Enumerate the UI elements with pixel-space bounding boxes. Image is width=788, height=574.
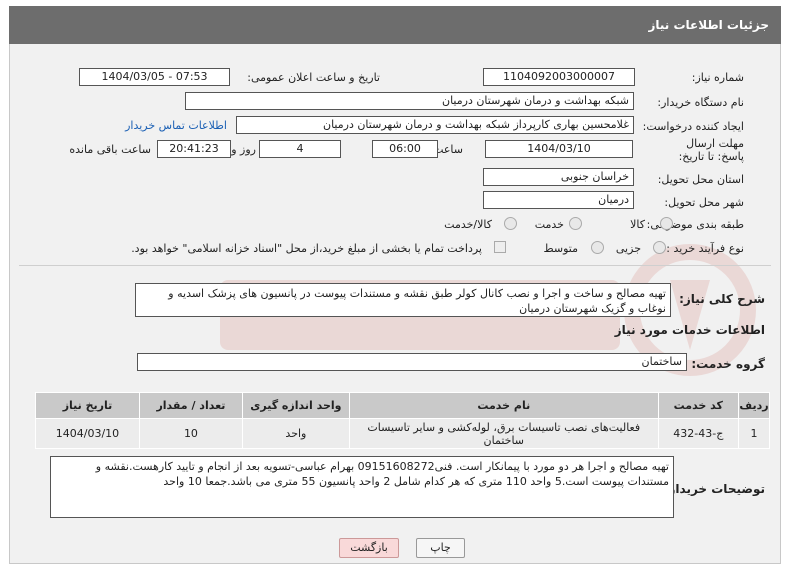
services-section-title: اطلاعات خدمات مورد نیاز bbox=[614, 323, 765, 337]
cell-row-number: 1 bbox=[737, 418, 771, 449]
category-goods-service-label: کالا/خدمت bbox=[444, 218, 492, 231]
category-goods-label: کالا bbox=[630, 218, 645, 231]
col-service-name: نام خدمت bbox=[348, 392, 659, 419]
province-label: استان محل تحویل: bbox=[657, 173, 744, 186]
page-header: جزئیات اطلاعات نیاز bbox=[9, 6, 781, 44]
service-group-label: گروه خدمت: bbox=[691, 357, 765, 371]
buyer-contact-link[interactable]: اطلاعات تماس خریدار bbox=[125, 119, 227, 132]
process-medium-label: متوسط bbox=[543, 242, 578, 255]
deadline-date-field: 1404/03/10 bbox=[485, 140, 633, 158]
col-need-date: تاریخ نیاز bbox=[35, 392, 140, 419]
process-minor-radio[interactable] bbox=[653, 241, 666, 254]
creator-field: غلامحسین بهاری کارپرداز شبکه بهداشت و در… bbox=[236, 116, 634, 134]
need-number-label: شماره نیاز: bbox=[691, 71, 744, 84]
process-minor-label: جزیی bbox=[615, 242, 641, 255]
remaining-time-label: ساعت باقی مانده bbox=[69, 143, 151, 156]
days-remaining-field: 4 bbox=[259, 140, 341, 158]
city-label: شهر محل تحویل: bbox=[664, 196, 744, 209]
treasury-payment-note: پرداخت تمام یا بخشی از مبلغ خرید،از محل … bbox=[131, 242, 482, 255]
page-title: جزئیات اطلاعات نیاز bbox=[648, 18, 769, 32]
print-button[interactable]: چاپ bbox=[416, 538, 465, 558]
cell-need-date: 1404/03/10 bbox=[35, 418, 140, 449]
cell-service-code: ج-43-432 bbox=[657, 418, 739, 449]
back-button[interactable]: بازگشت bbox=[339, 538, 399, 558]
treasury-payment-checkbox[interactable] bbox=[494, 241, 506, 253]
need-number-field: 1104092003000007 bbox=[483, 68, 635, 86]
col-row-number: ردیف bbox=[737, 392, 771, 419]
category-service-radio[interactable] bbox=[569, 217, 582, 230]
service-group-field: ساختمان bbox=[137, 353, 687, 371]
remaining-time-field: 20:41:23 bbox=[157, 140, 231, 158]
services-table: ردیف کد خدمت نام خدمت واحد اندازه گیری ت… bbox=[35, 392, 771, 449]
description-textarea[interactable]: تهیه مصالح و ساخت و اجرا و نصب کانال کول… bbox=[135, 283, 671, 317]
announce-date-field: 1404/03/05 - 07:53 bbox=[79, 68, 230, 86]
category-goods-service-radio[interactable] bbox=[504, 217, 517, 230]
deadline-time-field: 06:00 bbox=[372, 140, 438, 158]
announce-label: تاریخ و ساعت اعلان عمومی: bbox=[247, 71, 380, 84]
buyer-notes-label: توضیحات خریدار: bbox=[663, 482, 765, 496]
table-header-row: ردیف کد خدمت نام خدمت واحد اندازه گیری ت… bbox=[35, 392, 771, 419]
buyer-org-field: شبکه بهداشت و درمان شهرستان درمیان bbox=[185, 92, 634, 110]
cell-quantity: 10 bbox=[138, 418, 243, 449]
buyer-notes-textarea[interactable]: تهیه مصالح و اجرا هر دو مورد با پیمانکار… bbox=[50, 456, 674, 518]
section-divider bbox=[19, 265, 771, 266]
cell-unit: واحد bbox=[241, 418, 350, 449]
col-quantity: تعداد / مقدار bbox=[138, 392, 243, 419]
city-field: درمیان bbox=[483, 191, 634, 209]
creator-label: ایجاد کننده درخواست: bbox=[642, 120, 744, 133]
province-field: خراسان جنوبی bbox=[483, 168, 634, 186]
deadline-label: مهلت ارسال پاسخ: تا تاریخ: bbox=[678, 137, 744, 163]
days-label: روز و bbox=[231, 143, 256, 156]
buyer-org-label: نام دستگاه خریدار: bbox=[657, 96, 744, 109]
cell-service-name: فعالیت‌های نصب تاسیسات برق، لوله‌کشی و س… bbox=[348, 418, 659, 449]
description-label: شرح کلی نیاز: bbox=[679, 292, 765, 306]
category-goods-radio[interactable] bbox=[660, 217, 673, 230]
process-label: نوع فرآیند خرید : bbox=[666, 242, 744, 255]
process-medium-radio[interactable] bbox=[591, 241, 604, 254]
category-service-label: خدمت bbox=[534, 218, 564, 231]
col-unit: واحد اندازه گیری bbox=[241, 392, 350, 419]
col-service-code: کد خدمت bbox=[657, 392, 739, 419]
table-row: 1 ج-43-432 فعالیت‌های نصب تاسیسات برق، ل… bbox=[35, 418, 771, 449]
